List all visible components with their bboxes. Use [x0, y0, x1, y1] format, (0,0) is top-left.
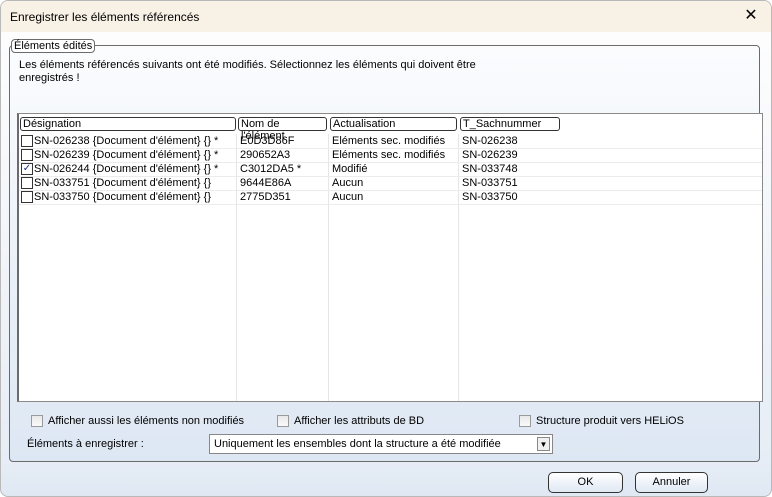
name-cell: 9644E86A	[240, 177, 292, 189]
update-cell: Eléments sec. modifiés	[332, 135, 446, 147]
sachnummer-cell: SN-033750	[462, 191, 518, 203]
row-divider	[19, 204, 762, 205]
column-header-name[interactable]: Nom de l'élément	[238, 117, 327, 142]
save-elements-value: Uniquement les ensembles dont la structu…	[214, 438, 501, 450]
designation-cell: SN-026244 {Document d'élément} {} *	[34, 163, 219, 175]
row-checkbox[interactable]	[21, 149, 33, 161]
sachnummer-cell: SN-033748	[462, 163, 518, 175]
save-elements-label: Éléments à enregistrer :	[27, 438, 144, 450]
update-cell: Aucun	[332, 177, 364, 189]
column-header-designation[interactable]: Désignation	[20, 117, 236, 131]
update-cell: Eléments sec. modifiés	[332, 149, 446, 161]
update-cell: Aucun	[332, 191, 364, 203]
dialog: Enregistrer les éléments référencés ✕ Él…	[0, 0, 772, 497]
row-checkbox[interactable]: ✓	[21, 163, 33, 175]
sachnummer-cell: SN-026238	[462, 135, 518, 147]
name-cell: C3012DA5 *	[240, 163, 302, 175]
table-row[interactable]: SN-026238 {Document d'élément} {} * E0D3D…	[19, 134, 762, 148]
row-checkbox[interactable]	[21, 177, 33, 189]
elements-table[interactable]: Désignation Nom de l'élément Actualisati…	[17, 113, 763, 402]
cancel-button[interactable]: Annuler	[635, 472, 708, 493]
table-row[interactable]: SN-026239 {Document d'élément} {} * 29065…	[19, 148, 762, 162]
name-cell: E0D3D86F	[240, 135, 295, 147]
group-label: Éléments édités	[11, 39, 96, 53]
title-bar: Enregistrer les éléments référencés ✕	[1, 1, 771, 32]
table-row[interactable]: SN-033751 {Document d'élément} {} 9644E86…	[19, 176, 762, 190]
update-cell: Modifié	[332, 163, 368, 175]
intro-text: Les éléments référencés suivants ont été…	[19, 59, 476, 84]
chevron-down-icon[interactable]: ▼	[537, 437, 550, 451]
save-elements-select[interactable]: Uniquement les ensembles dont la structu…	[209, 434, 553, 454]
table-row[interactable]: ✓ SN-026244 {Document d'élément} {} * C301…	[19, 162, 762, 176]
designation-cell: SN-033750 {Document d'élément} {}	[34, 191, 211, 203]
table-row[interactable]: SN-033750 {Document d'élément} {} 2775D35…	[19, 190, 762, 204]
name-cell: 2775D351	[240, 191, 291, 203]
ok-button[interactable]: OK	[548, 472, 623, 493]
name-cell: 290652A3	[240, 149, 291, 161]
column-header-update[interactable]: Actualisation	[330, 117, 457, 131]
designation-cell: SN-026238 {Document d'élément} {} *	[34, 135, 219, 147]
designation-cell: SN-033751 {Document d'élément} {}	[34, 177, 211, 189]
sachnummer-cell: SN-026239	[462, 149, 518, 161]
window-title: Enregistrer les éléments référencés	[10, 10, 200, 24]
sachnummer-cell: SN-033751	[462, 177, 518, 189]
designation-cell: SN-026239 {Document d'élément} {} *	[34, 149, 219, 161]
close-icon[interactable]: ✕	[739, 5, 763, 27]
row-checkbox[interactable]	[21, 135, 33, 147]
column-header-sachnummer[interactable]: T_Sachnummer	[460, 117, 560, 131]
row-checkbox[interactable]	[21, 191, 33, 203]
